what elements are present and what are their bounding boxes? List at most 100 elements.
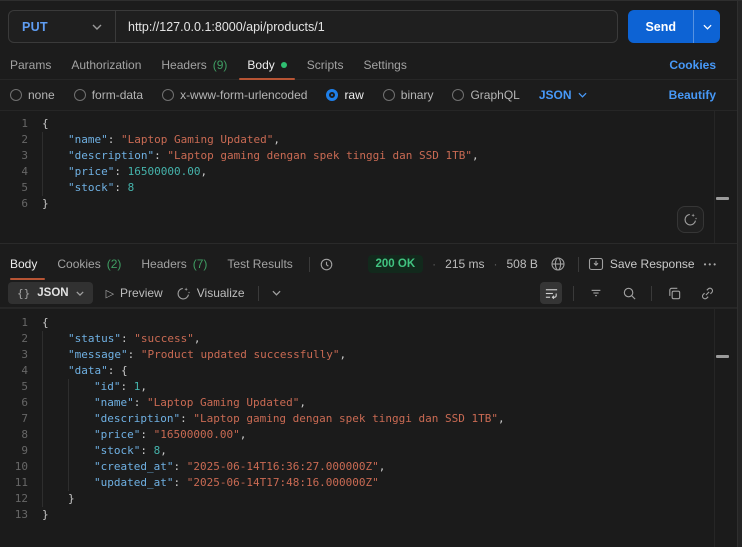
tab-params[interactable]: Params — [8, 50, 61, 79]
code-text: } — [42, 196, 49, 212]
token-str: "16500000.00" — [154, 428, 240, 441]
mode-label: raw — [344, 88, 363, 102]
method-select[interactable]: PUT — [9, 11, 115, 42]
scrollbar-thumb[interactable] — [716, 355, 729, 358]
divider — [573, 286, 574, 301]
token-key: "data" — [68, 364, 108, 377]
tab-label: Settings — [363, 58, 406, 72]
token-punc: : — [108, 133, 121, 146]
response-history-button[interactable] — [316, 253, 338, 275]
send-button[interactable]: Send — [628, 10, 693, 43]
code-text: } — [42, 507, 49, 523]
save-response-label: Save Response — [610, 257, 695, 271]
network-info-button[interactable] — [547, 253, 569, 275]
token-str: "success" — [134, 332, 194, 345]
line-number: 6 — [0, 395, 28, 411]
token-str: "2025-06-14T16:36:27.000000Z" — [187, 460, 379, 473]
search-button[interactable] — [618, 282, 640, 304]
tab-scripts[interactable]: Scripts — [297, 50, 354, 79]
code-line: 9"stock": 8, — [0, 443, 742, 459]
code-text: "id": 1, — [42, 379, 147, 395]
token-punc: : — [180, 412, 193, 425]
body-mode-form-data[interactable]: form-data — [74, 88, 143, 102]
sparkle-circle-icon — [683, 212, 698, 227]
tab-body[interactable]: Body — [237, 50, 296, 79]
code-line: 5 "id": 1, — [0, 379, 742, 395]
line-number: 13 — [0, 507, 28, 523]
tab-count: (9) — [213, 58, 228, 72]
line-number: 12 — [0, 491, 28, 507]
response-time[interactable]: 215 ms — [445, 257, 484, 271]
token-punc: : — [140, 444, 153, 457]
tab-label: Headers — [161, 58, 206, 72]
tab-settings[interactable]: Settings — [353, 50, 416, 79]
postbot-button[interactable] — [677, 206, 704, 233]
filter-button[interactable] — [585, 282, 607, 304]
body-mode-graphql[interactable]: GraphQL — [452, 88, 519, 102]
indent-guide — [42, 491, 68, 507]
token-punc: : — [134, 396, 147, 409]
token-key: "description" — [68, 149, 154, 162]
visualize-options-chevron-icon[interactable] — [272, 290, 281, 296]
indent-guide — [42, 347, 68, 363]
response-tab-test-results[interactable]: Test Results — [217, 249, 302, 279]
scrollbar-thumb[interactable] — [716, 197, 729, 200]
code-text: "data": { — [42, 363, 128, 379]
response-tab-headers[interactable]: Headers(7) — [131, 249, 217, 279]
response-tab-cookies[interactable]: Cookies(2) — [47, 249, 131, 279]
divider — [258, 286, 259, 301]
body-mode-urlencoded[interactable]: x-www-form-urlencoded — [162, 88, 307, 102]
indent-guide — [42, 164, 68, 180]
body-mode-none[interactable]: none — [10, 88, 55, 102]
token-num: 8 — [128, 181, 135, 194]
status-badge[interactable]: 200 OK — [368, 255, 424, 273]
send-options-button[interactable] — [693, 10, 720, 43]
json-braces-icon: {} — [17, 287, 30, 300]
request-body-editor[interactable]: 1{2"name": "Laptop Gaming Updated",3"des… — [0, 110, 742, 244]
body-mode-raw[interactable]: raw — [326, 88, 363, 102]
visualize-label: Visualize — [197, 286, 245, 300]
cookies-link[interactable]: Cookies — [669, 58, 716, 72]
token-punc: : — [128, 348, 141, 361]
code-line: 3"message": "Product updated successfull… — [0, 347, 742, 363]
url-bar: PUT http://127.0.0.1:8000/api/products/1 — [8, 10, 618, 43]
response-size[interactable]: 508 B — [507, 257, 538, 271]
indent-guide — [42, 427, 68, 443]
divider — [651, 286, 652, 301]
visualize-button[interactable]: Visualize — [176, 286, 245, 301]
more-actions-button[interactable]: ••• — [704, 260, 718, 269]
token-key: "name" — [68, 133, 108, 146]
indent-guide — [42, 132, 68, 148]
tab-authorization[interactable]: Authorization — [61, 50, 151, 79]
response-tab-body[interactable]: Body — [8, 249, 47, 279]
body-mode-binary[interactable]: binary — [383, 88, 434, 102]
raw-format-select[interactable]: JSON — [539, 88, 587, 102]
code-text: "name": "Laptop Gaming Updated", — [42, 132, 280, 148]
token-punc: , — [299, 396, 306, 409]
line-number: 10 — [0, 459, 28, 475]
copy-link-button[interactable] — [696, 282, 718, 304]
token-punc: , — [379, 460, 386, 473]
request-tabs: Params Authorization Headers (9) Body Scr… — [0, 50, 742, 80]
tab-count: (7) — [193, 257, 208, 271]
url-input[interactable]: http://127.0.0.1:8000/api/products/1 — [116, 20, 617, 34]
tab-headers[interactable]: Headers (9) — [151, 50, 237, 79]
token-punc: , — [160, 444, 167, 457]
token-key: "message" — [68, 348, 128, 361]
wrap-lines-button[interactable] — [540, 282, 562, 304]
line-number: 5 — [0, 379, 28, 395]
radio-icon — [452, 89, 464, 101]
token-key: "updated_at" — [94, 476, 173, 489]
response-format-select[interactable]: {} JSON — [8, 282, 93, 304]
code-text: "message": "Product updated successfully… — [42, 347, 346, 363]
token-punc: , — [273, 133, 280, 146]
save-response-button[interactable]: Save Response — [588, 257, 695, 271]
copy-button[interactable] — [663, 282, 685, 304]
token-punc: { — [42, 316, 49, 329]
link-icon — [700, 286, 715, 301]
indent-guide — [42, 180, 68, 196]
code-line: 1{ — [0, 315, 742, 331]
token-str: "2025-06-14T17:48:16.000000Z" — [187, 476, 379, 489]
beautify-link[interactable]: Beautify — [669, 88, 716, 102]
preview-button[interactable]: ▷ Preview — [106, 286, 163, 300]
